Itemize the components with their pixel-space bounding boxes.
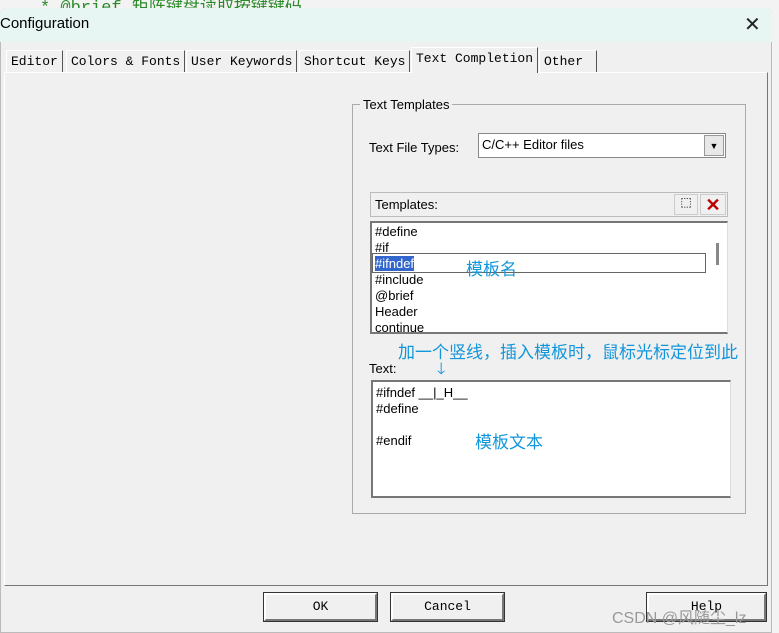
new-item-icon: ⬚	[680, 195, 692, 209]
title-bar	[0, 8, 772, 42]
text-line: #endif	[376, 433, 412, 448]
delete-template-button[interactable]: ✕	[700, 194, 726, 215]
file-types-label: Text File Types:	[369, 140, 460, 155]
ok-button[interactable]: OK	[263, 592, 378, 622]
annotation-cursor-note: 加一个竖线，插入模板时，鼠标光标定位到此	[398, 343, 738, 362]
list-scrollbar[interactable]	[716, 243, 719, 265]
annotation-template-name: 模板名	[466, 260, 517, 279]
tab-editor[interactable]: Editor	[6, 50, 63, 72]
file-types-select[interactable]: C/C++ Editor files	[478, 133, 726, 158]
list-item[interactable]: Header	[375, 304, 418, 320]
tab-other[interactable]: Other	[539, 50, 597, 72]
tab-shortcut-keys[interactable]: Shortcut Keys	[299, 50, 411, 72]
template-text-area[interactable]: #ifndef __|_H__ #define #endif	[371, 380, 731, 498]
selection-focus-box	[372, 253, 706, 273]
group-title: Text Templates	[360, 97, 453, 112]
text-line: #define	[376, 401, 419, 416]
cancel-button[interactable]: Cancel	[390, 592, 505, 622]
annotation-template-text: 模板文本	[475, 433, 543, 452]
tab-user-keywords[interactable]: User Keywords	[186, 50, 298, 72]
file-types-value: C/C++ Editor files	[482, 137, 584, 152]
new-template-button[interactable]: ⬚	[674, 194, 698, 215]
close-icon[interactable]: ✕	[744, 12, 761, 37]
delete-icon: ✕	[705, 195, 721, 215]
templates-list[interactable]: #define #if #ifndef #include @brief Head…	[370, 221, 728, 334]
watermark: CSDN @风随尘_lz	[612, 610, 747, 627]
list-item[interactable]: @brief	[375, 288, 414, 304]
list-item[interactable]: #include	[375, 272, 423, 288]
window-title: Configuration	[0, 15, 90, 32]
tab-colors-fonts[interactable]: Colors & Fonts	[66, 50, 186, 72]
text-line: #ifndef __|_H__	[376, 385, 468, 400]
templates-label: Templates:	[375, 197, 438, 212]
text-label: Text:	[369, 361, 397, 376]
tab-text-completion[interactable]: Text Completion	[411, 47, 539, 73]
text-line	[376, 417, 727, 433]
chevron-down-icon[interactable]: ▼	[704, 135, 724, 156]
list-item[interactable]: continue	[375, 320, 424, 332]
list-item[interactable]: #define	[375, 224, 418, 240]
